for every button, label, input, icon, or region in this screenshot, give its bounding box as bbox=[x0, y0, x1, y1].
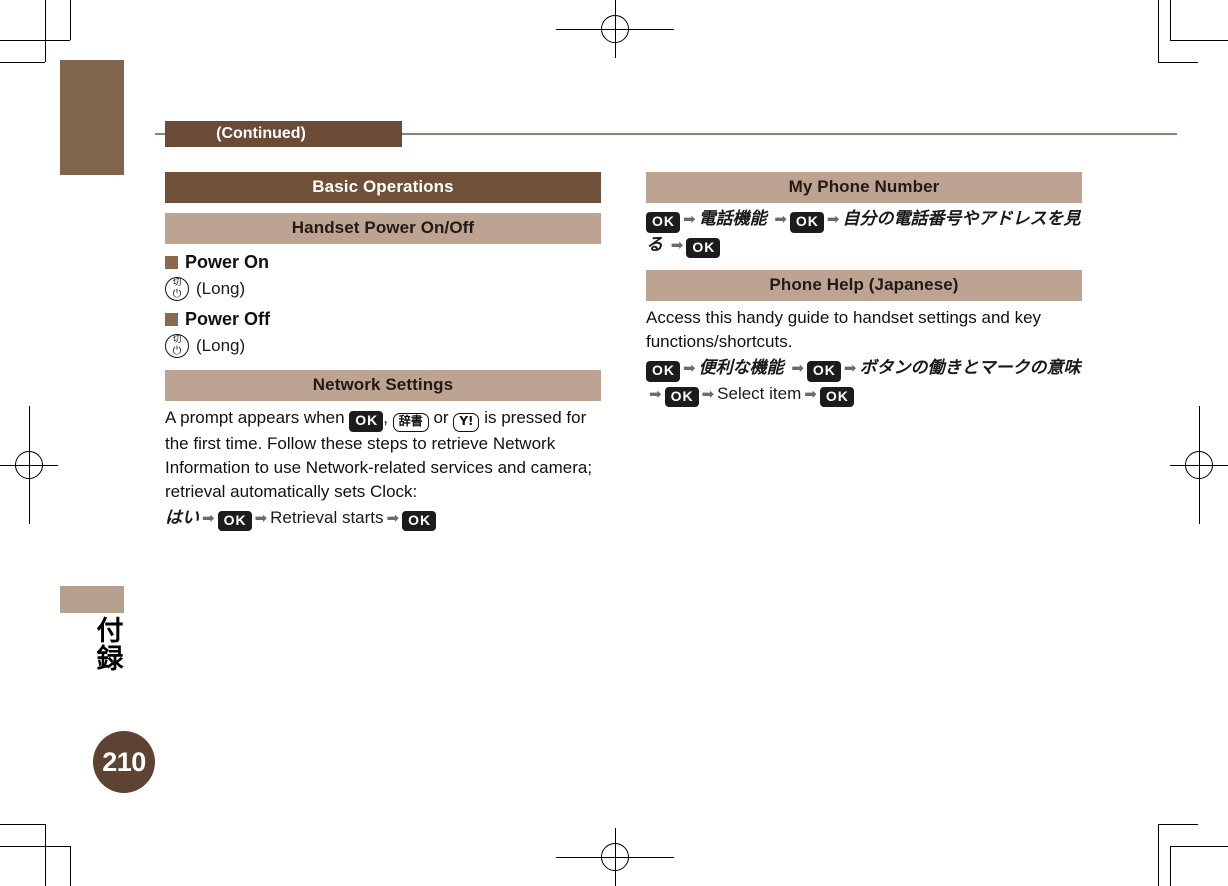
crop-mark-bl-h1 bbox=[0, 846, 70, 847]
arrow-icon: ➡ bbox=[843, 360, 857, 378]
power-key-bottom-glyph: ⏻ bbox=[172, 287, 182, 300]
arrow-icon: ➡ bbox=[683, 360, 696, 378]
page-number-badge: 210 bbox=[93, 731, 155, 793]
registration-mark-bottom bbox=[556, 828, 674, 886]
crop-mark-br-h1 bbox=[1170, 846, 1228, 847]
ok-key-icon: OK bbox=[217, 510, 252, 532]
menu-useful-functions-label: 便利な機能 bbox=[698, 358, 784, 379]
ok-key-icon: OK bbox=[806, 361, 841, 382]
crop-mark-tl-h2 bbox=[0, 62, 45, 63]
arrow-icon: ➡ bbox=[826, 211, 840, 228]
ok-key-icon: OK bbox=[349, 411, 384, 432]
registration-mark-top bbox=[556, 0, 674, 58]
subsection-handset-power: Handset Power On/Off bbox=[165, 213, 601, 244]
network-body-part-1: A prompt appears when bbox=[165, 408, 350, 427]
subhead-power-on: Power On bbox=[165, 252, 601, 273]
power-key-icon: 切 ⏻ bbox=[165, 277, 189, 301]
subsection-phone-help: Phone Help (Japanese) bbox=[646, 270, 1082, 301]
chapter-thumb-tab bbox=[60, 60, 124, 175]
crop-mark-tr-h2 bbox=[1158, 62, 1198, 63]
crop-mark-bl-v2 bbox=[70, 846, 71, 886]
network-settings-body: A prompt appears when OK, 辞書 or Y! is pr… bbox=[165, 406, 601, 504]
network-body-part-3: or bbox=[428, 408, 454, 427]
bullet-square-icon bbox=[165, 313, 178, 326]
network-body-part-2: , bbox=[383, 408, 393, 427]
arrow-icon: ➡ bbox=[701, 385, 715, 403]
arrow-icon: ➡ bbox=[774, 211, 787, 228]
arrow-icon: ➡ bbox=[683, 211, 696, 228]
power-on-action: 切 ⏻ (Long) bbox=[165, 277, 601, 301]
registration-mark-left bbox=[0, 406, 58, 524]
power-key-bottom-glyph: ⏻ bbox=[172, 344, 182, 357]
crop-mark-tl-h1 bbox=[0, 40, 70, 41]
step-retrieval-label: Retrieval starts bbox=[270, 507, 384, 527]
crop-mark-tr-v2 bbox=[1170, 0, 1171, 40]
subsection-network-settings: Network Settings bbox=[165, 370, 601, 401]
menu-phone-functions-label: 電話機能 bbox=[698, 209, 767, 229]
power-off-action: 切 ⏻ (Long) bbox=[165, 334, 601, 358]
power-key-icon: 切 ⏻ bbox=[165, 334, 189, 358]
ok-key-icon: OK bbox=[402, 510, 437, 532]
crop-mark-br-v2 bbox=[1170, 846, 1171, 886]
power-off-long-label: (Long) bbox=[196, 336, 246, 355]
section-title-basic-operations: Basic Operations bbox=[165, 172, 601, 203]
arrow-icon: ➡ bbox=[791, 360, 804, 378]
power-on-long-label: (Long) bbox=[196, 279, 246, 298]
menu-button-meanings-label: ボタンの働きとマークの意味 bbox=[859, 358, 1081, 379]
crop-mark-tr-h1 bbox=[1170, 40, 1228, 41]
bullet-square-icon bbox=[165, 256, 178, 269]
network-settings-steps: はい ➡ OK ➡ Retrieval starts ➡ OK bbox=[165, 506, 601, 532]
ok-key-icon: OK bbox=[646, 212, 680, 233]
crop-mark-tl-v2 bbox=[70, 0, 71, 40]
step-select-item-label: Select item bbox=[717, 383, 802, 403]
arrow-icon: ➡ bbox=[254, 509, 268, 527]
left-column: Basic Operations Handset Power On/Off Po… bbox=[165, 172, 601, 532]
chapter-side-label: 付録 bbox=[96, 616, 124, 676]
arrow-icon: ➡ bbox=[670, 236, 684, 254]
my-phone-number-steps: OK ➡ 電話機能 ➡ OK ➡ 自分の電話番号やアドレスを見る ➡ OK bbox=[646, 207, 1082, 258]
phone-help-body: Access this handy guide to handset setti… bbox=[646, 308, 1042, 352]
crop-mark-bl-v1 bbox=[45, 824, 46, 886]
crop-mark-tr-v1 bbox=[1158, 0, 1159, 62]
arrow-icon: ➡ bbox=[804, 385, 817, 403]
crop-mark-tl-v1 bbox=[45, 0, 46, 62]
chapter-thumb-tab-secondary bbox=[60, 586, 124, 613]
ok-key-icon: OK bbox=[819, 386, 854, 408]
crop-mark-bl-h2 bbox=[0, 824, 45, 825]
arrow-icon: ➡ bbox=[386, 509, 400, 527]
step-yes-label: はい bbox=[165, 507, 199, 528]
ok-key-icon: OK bbox=[789, 212, 824, 233]
right-column: My Phone Number OK ➡ 電話機能 ➡ OK ➡ 自分の電話番号やアドレス… bbox=[646, 172, 1082, 408]
subhead-power-off: Power Off bbox=[165, 309, 601, 330]
crop-mark-br-v1 bbox=[1158, 824, 1159, 886]
continued-label: (Continued) bbox=[165, 121, 402, 147]
ok-key-icon: OK bbox=[646, 361, 680, 382]
arrow-icon: ➡ bbox=[649, 385, 662, 403]
subhead-power-off-label: Power Off bbox=[185, 309, 271, 329]
registration-mark-right bbox=[1170, 406, 1228, 524]
dictionary-key-icon: 辞書 bbox=[392, 413, 429, 432]
phone-help-steps: OK ➡ 便利な機能 ➡ OK ➡ ボタンの働きとマークの意味➡ OK ➡ Select ite… bbox=[646, 356, 1082, 408]
subhead-power-on-label: Power On bbox=[185, 252, 270, 272]
ok-key-icon: OK bbox=[664, 386, 699, 408]
arrow-icon: ➡ bbox=[202, 509, 215, 527]
continued-header: (Continued) bbox=[155, 121, 1177, 147]
ok-key-icon: OK bbox=[686, 237, 721, 258]
yahoo-key-icon: Y! bbox=[453, 413, 480, 432]
subsection-my-phone-number: My Phone Number bbox=[646, 172, 1082, 203]
crop-mark-br-h2 bbox=[1158, 824, 1198, 825]
